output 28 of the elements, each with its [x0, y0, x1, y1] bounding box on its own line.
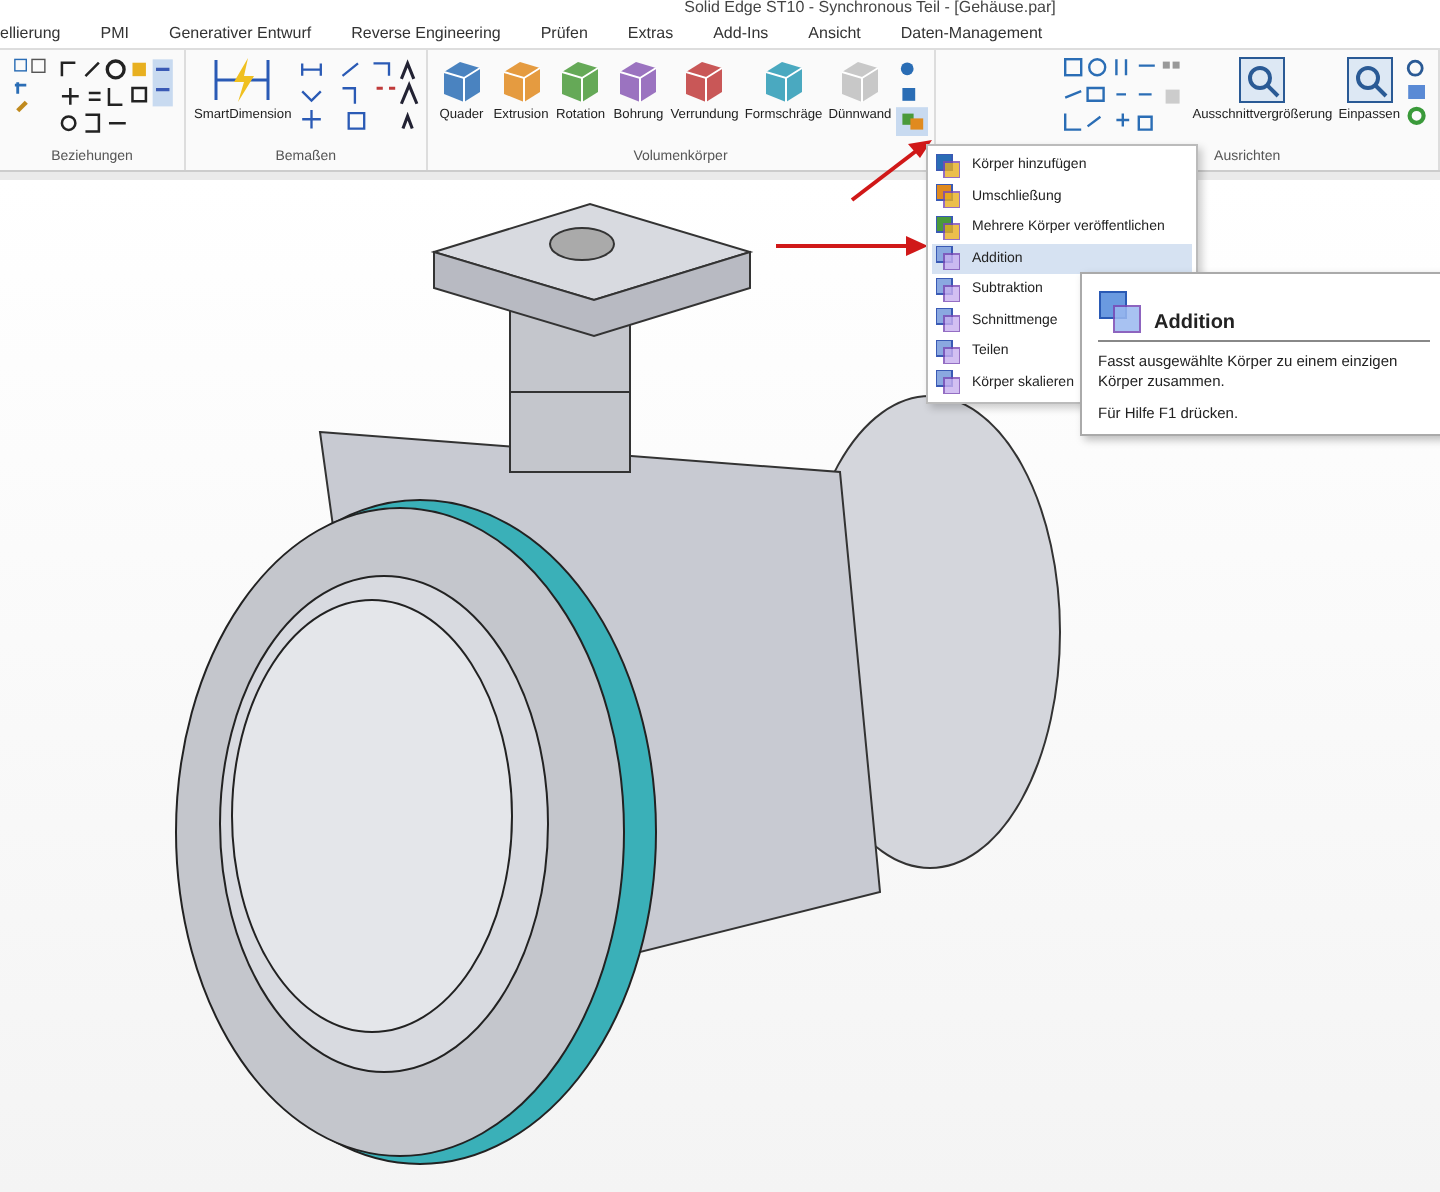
- body-icon: [936, 246, 960, 271]
- dimension-icons-drawing[interactable]: [295, 56, 420, 136]
- ribbon-tab[interactable]: PMI: [80, 23, 149, 41]
- body-icon: [936, 277, 960, 302]
- magnifier-icon: [1343, 56, 1396, 104]
- ribbon-tab[interactable]: Ansicht: [788, 23, 881, 41]
- ribbon-tab[interactable]: Extras: [607, 23, 694, 41]
- lightning-dimension-icon: [212, 56, 273, 104]
- ribbon-tab[interactable]: Reverse Engineering: [331, 23, 521, 41]
- body-icon: [936, 339, 960, 364]
- ribbon-tab[interactable]: Generativer Entwurf: [148, 23, 332, 41]
- body-icon: [936, 184, 960, 209]
- body-icon: [936, 370, 960, 395]
- body-icon: [936, 153, 960, 178]
- body-icon: [936, 308, 960, 333]
- ribbon-tab[interactable]: ellierung: [0, 23, 81, 41]
- tooltip-title: Addition: [1154, 312, 1236, 334]
- pointer-arrow: [848, 136, 936, 204]
- overlapping-squares-icon: [1098, 290, 1142, 334]
- ribbon-tab[interactable]: Add-Ins: [693, 23, 789, 41]
- body-icon: [936, 215, 960, 240]
- magnifier-icon: [1236, 56, 1289, 104]
- window-title: Solid Edge ST10 - Synchronous Teil - [Gehäuse.par]: [684, 0, 1056, 16]
- align-icons-drawing[interactable]: [1062, 56, 1159, 136]
- ribbon-tab[interactable]: Daten-Management: [880, 23, 1063, 41]
- body-tool-icons-drawing[interactable]: [895, 56, 928, 136]
- ribbon-tab[interactable]: Prüfen: [520, 23, 608, 41]
- view-icons-drawing[interactable]: [1404, 56, 1432, 128]
